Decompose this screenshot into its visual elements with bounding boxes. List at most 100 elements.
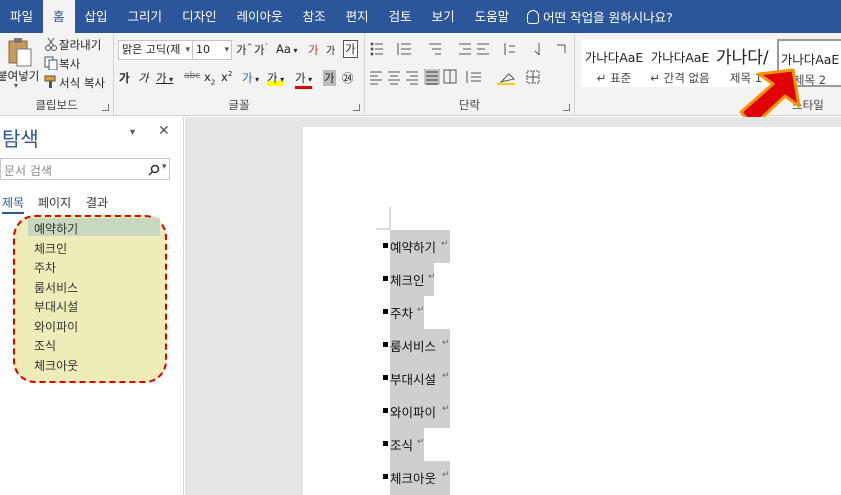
enclose-characters-button[interactable]: ㉔ [342, 70, 354, 86]
text-effects-label: 가 [242, 71, 253, 85]
tab-file[interactable]: 파일 [0, 0, 43, 33]
paragraph-mark-icon: ↵ [417, 437, 425, 447]
tab-mailings[interactable]: 편지 [336, 0, 379, 33]
scissors-icon [45, 37, 57, 51]
nav-heading-item[interactable]: 부대시설 [34, 298, 78, 315]
nav-close-icon[interactable]: ✕ [158, 123, 170, 139]
paragraph-launcher-icon[interactable] [563, 104, 570, 111]
bullet-icon [383, 342, 388, 347]
bullet-icon [383, 276, 388, 281]
doc-heading-line[interactable]: 체크인 ↵ [390, 263, 436, 296]
font-color-button[interactable]: 가 ▾ [295, 70, 313, 89]
font-color-label: 가 [295, 71, 306, 85]
paragraph-mark-icon: ↵ [417, 305, 425, 315]
font-size-select[interactable]: 10 ▾ [192, 40, 232, 60]
phonetic-guide-label: 가 [326, 46, 336, 57]
style-normal[interactable]: 가나다AaE ↵ 표준 [581, 39, 647, 87]
nav-heading-item[interactable]: 체크아웃 [34, 357, 78, 374]
tab-help[interactable]: 도움말 [465, 0, 520, 33]
font-size-value: 10 [196, 43, 210, 56]
tell-me-text: 어떤 작업을 원하시나요? [543, 10, 673, 25]
underline-button[interactable]: 가 ▾ [156, 70, 173, 86]
doc-heading-text: 와이파이 [390, 405, 437, 420]
italic-button[interactable]: 가 [138, 70, 149, 86]
clear-formatting-label: 가 [308, 43, 319, 57]
grow-font-label: 가 [236, 43, 247, 57]
chevron-down-icon: ▾ [185, 45, 190, 55]
tab-review[interactable]: 검토 [379, 0, 422, 33]
bold-label: 가 [119, 71, 130, 85]
clipboard-label: 클립보드 [35, 98, 78, 112]
paragraph-row2-icons [370, 69, 540, 85]
style-sample: 가나다AaE [650, 50, 710, 65]
tab-insert[interactable]: 삽입 [75, 0, 118, 33]
grow-font-button[interactable]: 가^ [236, 42, 252, 58]
bullet-icon [383, 375, 388, 380]
format-painter-button[interactable]: 서식 복사 [59, 75, 105, 91]
phonetic-guide-button[interactable]: 가 [326, 42, 335, 57]
paragraph-mark-icon: ↵ [441, 239, 449, 249]
nav-tab-pages[interactable]: 페이지 [38, 194, 71, 211]
font-name-select[interactable]: 맑은 고딕(제 ▾ [118, 40, 193, 60]
paragraph-mark-icon: ↵ [442, 470, 450, 480]
doc-heading-line[interactable]: 예약하기 ↵ [390, 230, 450, 263]
nav-heading-item[interactable]: 주차 [34, 259, 56, 276]
tab-layout[interactable]: 레이아웃 [227, 0, 293, 33]
cut-button[interactable]: 잘라내기 [59, 37, 101, 53]
lightbulb-icon [527, 9, 540, 24]
strikethrough-label: abc [184, 71, 201, 81]
bullet-icon [383, 309, 388, 314]
nav-heading-item[interactable]: 룸서비스 [34, 279, 78, 296]
clipboard-launcher-icon[interactable] [102, 104, 109, 111]
paragraph-row1-icons [370, 42, 566, 56]
change-case-label: Aa [276, 42, 291, 56]
tab-home[interactable]: 홈 [43, 0, 75, 33]
nav-tab-headings[interactable]: 제목 [2, 194, 25, 214]
subscript-button[interactable]: x2 [204, 70, 215, 86]
paragraph-label: 단락 [458, 98, 481, 112]
nav-options-chevron-icon[interactable]: ▾ [130, 127, 135, 138]
doc-heading-text: 체크인 [390, 273, 425, 288]
nav-heading-item[interactable]: 와이파이 [34, 318, 78, 335]
doc-heading-line[interactable]: 룸서비스 ↵ [390, 329, 450, 362]
paste-button[interactable]: 붙여넣기 [0, 68, 39, 84]
font-launcher-icon[interactable] [353, 104, 360, 111]
clear-formatting-button[interactable]: 가 [308, 42, 319, 58]
doc-heading-line[interactable]: 체크아웃 ↵ [390, 461, 450, 495]
underline-label: 가 [156, 71, 167, 85]
search-dropdown-icon[interactable]: ▾ [162, 162, 167, 172]
chevron-down-icon: ▾ [224, 45, 229, 55]
strikethrough-button[interactable]: abc [184, 71, 200, 81]
shrink-font-button[interactable]: 가ˇ [254, 42, 268, 58]
bold-button[interactable]: 가 [119, 70, 130, 86]
tab-design[interactable]: 디자인 [172, 0, 227, 33]
doc-heading-line[interactable]: 와이파이 ↵ [390, 395, 450, 428]
paste-dropdown-icon[interactable]: ▾ [14, 81, 18, 90]
tell-me-box[interactable]: 어떤 작업을 원하시나요? [519, 7, 673, 26]
style-name: ↵ 간격 없음 [650, 71, 710, 85]
paragraph-mark-icon: ↵ [442, 338, 450, 348]
character-shading-button[interactable]: 가 [323, 70, 336, 86]
text-effects-button[interactable]: 가 ▾ [242, 70, 259, 86]
nav-heading-item[interactable]: 예약하기 [34, 220, 78, 237]
doc-heading-line[interactable]: 주차 ↵ [390, 296, 425, 329]
font-name-value: 맑은 고딕(제 [122, 43, 181, 56]
search-icon [148, 164, 160, 176]
tab-draw[interactable]: 그리기 [118, 0, 173, 33]
character-border-button[interactable]: 가 [343, 40, 358, 58]
style-sample: 가나다AaE [584, 50, 644, 65]
nav-heading-item[interactable]: 체크인 [34, 240, 67, 257]
tab-references[interactable]: 참조 [293, 0, 336, 33]
nav-heading-item[interactable]: 조식 [34, 337, 56, 354]
nav-search-input[interactable]: 문서 검색 ▾ [0, 158, 170, 180]
style-no-spacing[interactable]: 가나다AaE ↵ 간격 없음 [647, 39, 713, 87]
tab-view[interactable]: 보기 [422, 0, 465, 33]
highlight-button[interactable]: 가 ▾ [267, 70, 285, 86]
change-case-button[interactable]: Aa ▾ [276, 42, 297, 56]
nav-tab-results[interactable]: 결과 [86, 194, 108, 211]
copy-button[interactable]: 복사 [59, 56, 80, 72]
doc-heading-line[interactable]: 부대시설 ↵ [390, 362, 450, 395]
bullet-icon [383, 243, 388, 248]
doc-heading-line[interactable]: 조식 ↵ [390, 428, 425, 461]
superscript-button[interactable]: x2 [221, 70, 232, 84]
